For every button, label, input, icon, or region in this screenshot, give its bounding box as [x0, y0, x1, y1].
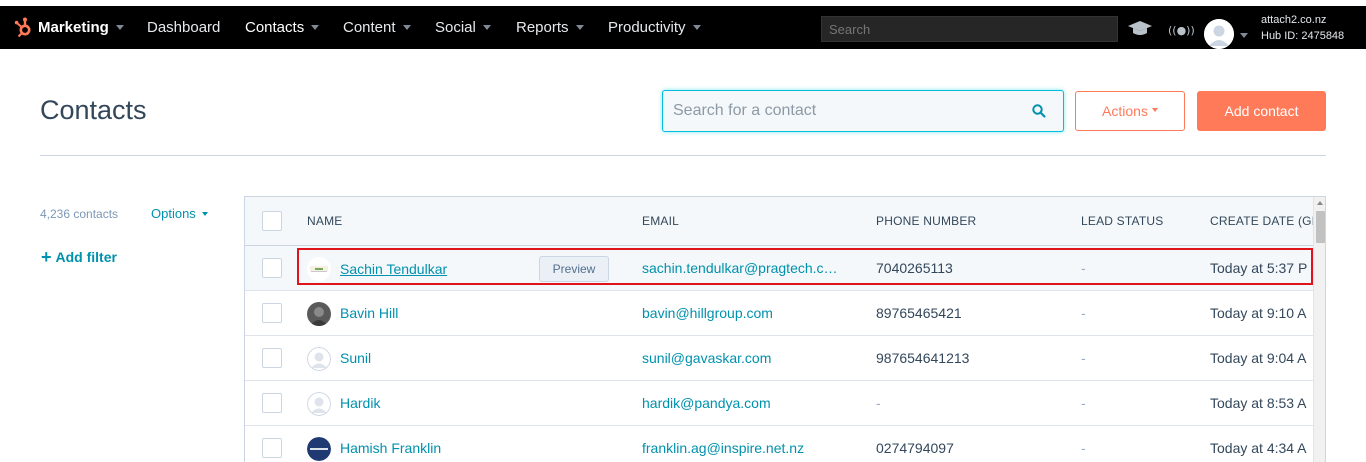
account-info[interactable]: attach2.co.nz Hub ID: 2475848	[1261, 12, 1344, 44]
global-search-input[interactable]	[821, 16, 1118, 42]
nav-label: Dashboard	[147, 19, 221, 36]
chevron-down-icon	[1151, 108, 1158, 113]
table-row[interactable]: Sunil sunil@gavaskar.com 987654641213 - …	[245, 336, 1313, 381]
row-checkbox[interactable]	[262, 303, 282, 323]
contact-create-date: Today at 9:04 A	[1210, 350, 1307, 366]
user-avatar-icon[interactable]	[1204, 19, 1234, 49]
column-header-create-date[interactable]: CREATE DATE (GMT	[1210, 214, 1325, 228]
chevron-down-icon	[692, 24, 701, 30]
nav-item-productivity[interactable]: Productivity	[608, 19, 701, 36]
nav-item-dashboard[interactable]: Dashboard	[147, 19, 220, 36]
row-checkbox[interactable]	[262, 348, 282, 368]
default-avatar-icon	[307, 347, 331, 371]
row-checkbox[interactable]	[262, 438, 282, 458]
chevron-down-icon	[115, 24, 124, 30]
chevron-down-icon	[482, 24, 491, 30]
chevron-down-icon[interactable]	[1240, 33, 1248, 38]
column-header-phone[interactable]: PHONE NUMBER	[876, 214, 976, 228]
nav-item-contacts[interactable]: Contacts	[245, 19, 320, 36]
contact-phone: -	[876, 395, 881, 411]
broadcast-icon[interactable]: ((●))	[1168, 24, 1195, 37]
nav-item-content[interactable]: Content	[343, 19, 411, 36]
nav-label: Social	[435, 19, 476, 36]
contact-count: 4,236 contacts	[40, 207, 119, 221]
nav-label: Content	[343, 19, 396, 36]
contact-name-link[interactable]: Hardik	[340, 395, 380, 411]
contact-create-date: Today at 9:10 A	[1210, 305, 1307, 321]
row-checkbox[interactable]	[262, 393, 282, 413]
contacts-table: NAME EMAIL PHONE NUMBER LEAD STATUS CREA…	[244, 196, 1326, 462]
scrollbar-thumb[interactable]	[1316, 211, 1325, 243]
account-name: attach2.co.nz	[1261, 14, 1327, 26]
chevron-down-icon	[575, 24, 584, 30]
select-all-checkbox[interactable]	[262, 211, 282, 231]
graduation-cap-icon[interactable]	[1127, 20, 1153, 38]
row-highlight-box	[297, 248, 1313, 285]
inspire-logo-icon	[307, 437, 331, 461]
nav-label: Contacts	[245, 19, 305, 36]
sprocket-logo-icon[interactable]	[14, 17, 34, 39]
add-contact-label: Add contact	[1224, 103, 1299, 119]
chevron-down-icon	[402, 24, 411, 30]
scroll-up-arrow-icon[interactable]	[1317, 201, 1323, 205]
nav-label: Productivity	[608, 19, 686, 36]
nav-item-reports[interactable]: Reports	[516, 19, 584, 36]
brand-label: Marketing	[38, 19, 109, 36]
default-avatar-icon	[307, 392, 331, 416]
contact-name-link[interactable]: Sunil	[340, 350, 371, 366]
contact-email-link[interactable]: hardik@pandya.com	[642, 395, 771, 411]
top-navigation-bar: Marketing Dashboard Contacts Content Soc…	[0, 6, 1366, 49]
table-row[interactable]: Hamish Franklin franklin.ag@inspire.net.…	[245, 426, 1313, 462]
contact-lead-status: -	[1081, 395, 1086, 411]
nav-label: Reports	[516, 19, 569, 36]
marketing-menu[interactable]: Marketing	[38, 19, 124, 36]
contact-phone: 0274794097	[876, 440, 954, 456]
hub-id: Hub ID: 2475848	[1261, 30, 1345, 42]
nav-item-social[interactable]: Social	[435, 19, 491, 36]
contact-search-box[interactable]	[662, 90, 1064, 132]
chevron-down-icon	[201, 211, 208, 216]
options-dropdown[interactable]: Options	[151, 206, 208, 221]
row-checkbox[interactable]	[262, 258, 282, 278]
contact-lead-status: -	[1081, 305, 1086, 321]
options-label: Options	[151, 206, 196, 221]
column-header-name[interactable]: NAME	[307, 214, 342, 228]
actions-label: Actions	[1102, 103, 1148, 119]
search-icon[interactable]	[1031, 103, 1047, 119]
contact-phone: 89765465421	[876, 305, 962, 321]
contact-create-date: Today at 8:53 A	[1210, 395, 1307, 411]
contact-search-input[interactable]	[673, 100, 1013, 122]
add-filter-link[interactable]: + Add filter	[41, 246, 117, 267]
actions-button[interactable]: Actions	[1075, 91, 1185, 131]
table-row[interactable]: Bavin Hill bavin@hillgroup.com 897654654…	[245, 291, 1313, 336]
table-header: NAME EMAIL PHONE NUMBER LEAD STATUS CREA…	[245, 197, 1325, 246]
add-contact-button[interactable]: Add contact	[1197, 91, 1326, 131]
contact-lead-status: -	[1081, 350, 1086, 366]
contact-name-link[interactable]: Bavin Hill	[340, 305, 398, 321]
column-header-email[interactable]: EMAIL	[642, 214, 679, 228]
contact-email-link[interactable]: franklin.ag@inspire.net.nz	[642, 440, 804, 456]
contact-phone: 987654641213	[876, 350, 970, 366]
photo-avatar-icon	[307, 302, 331, 326]
column-header-lead-status[interactable]: LEAD STATUS	[1081, 214, 1163, 228]
page-title: Contacts	[40, 95, 147, 125]
table-scrollbar[interactable]	[1313, 197, 1325, 462]
contact-email-link[interactable]: sunil@gavaskar.com	[642, 350, 771, 366]
plus-icon: +	[41, 247, 52, 267]
contact-lead-status: -	[1081, 440, 1086, 456]
chevron-down-icon	[311, 24, 320, 30]
contact-name-link[interactable]: Hamish Franklin	[340, 440, 441, 456]
add-filter-label: Add filter	[55, 249, 117, 265]
header-divider	[40, 155, 1326, 156]
contact-email-link[interactable]: bavin@hillgroup.com	[642, 305, 773, 321]
contact-create-date: Today at 4:34 A	[1210, 440, 1307, 456]
table-row[interactable]: Hardik hardik@pandya.com - - Today at 8:…	[245, 381, 1313, 426]
